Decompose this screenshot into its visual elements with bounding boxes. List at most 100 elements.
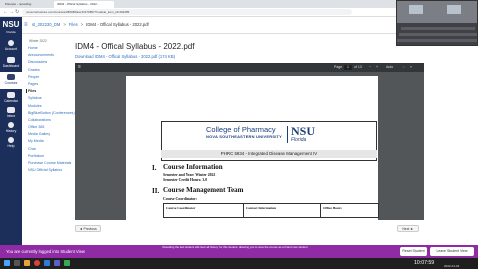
history-icon — [8, 122, 14, 128]
next-button[interactable]: Next ► — [397, 225, 419, 232]
webcam-overlay — [396, 0, 478, 46]
account-icon — [8, 40, 14, 46]
table-header: Office Hours — [323, 206, 342, 210]
table-divider — [243, 203, 244, 218]
course-nav-grades[interactable]: Grades — [28, 68, 76, 72]
breadcrumb-files[interactable]: Files — [69, 22, 78, 27]
course-nav-files[interactable]: Files — [26, 89, 76, 94]
help-icon — [8, 137, 14, 143]
courses-icon — [7, 74, 15, 80]
course-code-bar: PHRC 5934 - Integrated Disease Managemen… — [161, 150, 377, 158]
course-nav-chat[interactable]: Chat — [28, 147, 76, 151]
page-title: IDM4 - Offical Syllabus - 2022.pdf — [75, 42, 195, 51]
course-menu-toggle-icon[interactable]: ≡ — [24, 22, 28, 28]
global-nav-calendar[interactable]: Calendar — [0, 92, 22, 103]
global-nav-courses[interactable]: Courses — [0, 72, 22, 89]
download-link[interactable]: Download IDM4 - Offical Syllabus - 2022.… — [75, 54, 175, 59]
pdf-page-label: Page — [334, 65, 343, 69]
course-nav-media-gallery[interactable]: Media Gallery — [28, 132, 76, 136]
zoom-in-icon[interactable]: + — [376, 65, 378, 70]
pdf-page-of: of 13 — [354, 65, 362, 69]
course-nav-syllabus[interactable]: Syllabus — [28, 96, 76, 100]
course-nav-purchase-materials[interactable]: Purchase Course Materials — [28, 161, 76, 165]
reload-icon[interactable]: ↻ — [15, 9, 19, 15]
section-heading: Course Information — [163, 163, 223, 171]
pdf-more-icon[interactable]: » — [410, 65, 412, 70]
start-icon[interactable] — [4, 260, 10, 266]
course-nav: Home Announcements Discussions Grades Pe… — [26, 46, 76, 254]
nsu-logo-text: NSU — [291, 124, 316, 138]
search-icon[interactable] — [14, 260, 20, 266]
university-name: NOVA SOUTHEASTERN UNIVERSITY — [206, 134, 283, 139]
global-nav-label: History — [5, 129, 17, 133]
reset-student-button[interactable]: Reset Student — [400, 247, 427, 256]
teams-icon[interactable] — [54, 260, 60, 266]
inbox-icon — [7, 107, 15, 113]
previous-button[interactable]: ◄ Previous — [75, 225, 101, 232]
coordinator-label: Course Coordinator: — [163, 197, 198, 201]
file-explorer-icon[interactable] — [24, 260, 30, 266]
forward-icon[interactable]: → — [9, 9, 14, 15]
global-nav-help[interactable]: Help — [0, 137, 22, 148]
global-nav-label: Inbox — [6, 114, 16, 118]
course-nav-announcements[interactable]: Announcements — [28, 53, 76, 57]
app-icon[interactable] — [64, 260, 70, 266]
fit-page-icon[interactable]: ⇔ — [402, 65, 406, 70]
global-nav-label: Dashboard — [2, 64, 20, 68]
course-nav-portfolium[interactable]: Portfolium — [28, 154, 76, 158]
course-nav-people[interactable]: People — [28, 75, 76, 79]
section-heading: Course Management Team — [163, 186, 244, 194]
browser-tab-panopto[interactable]: Panopto - recording — [2, 1, 52, 8]
college-name: College of Pharmacy — [206, 125, 276, 134]
global-nav-label: Courses — [4, 81, 18, 85]
global-nav-label: Help — [7, 144, 15, 148]
pdf-page-input[interactable]: 1 — [344, 65, 352, 70]
taskbar — [0, 258, 478, 269]
table-header: Contact Information — [246, 206, 277, 210]
course-term: Winter 2022 — [29, 39, 47, 43]
global-nav-label: Account — [4, 47, 18, 51]
logo-sub: Florida — [6, 30, 16, 34]
semester-text: Semester and Year: Winter 2022 — [163, 173, 216, 177]
student-view-message: Resetting the test student will clear al… — [162, 245, 308, 249]
breadcrumb-current: IDM4 - Offical Syllabus - 2022.pdf — [86, 22, 149, 27]
global-nav-label: Calendar — [4, 99, 18, 103]
nsu-logo[interactable]: NSU Florida — [2, 20, 20, 34]
classroom-image — [397, 1, 477, 45]
global-nav-inbox[interactable]: Inbox — [0, 107, 22, 118]
credits-text: Semester Credit Hours: 3.0 — [163, 178, 208, 182]
course-nav-office365[interactable]: Office 365 — [28, 125, 76, 129]
course-nav-discussions[interactable]: Discussions — [28, 60, 76, 64]
course-nav-bigbluebutton[interactable]: BigBlueButton (Conferences) — [28, 111, 76, 115]
table-divider — [320, 203, 321, 218]
breadcrumb-course[interactable]: st_202230_DM — [32, 22, 60, 27]
pdf-toolbar — [75, 63, 424, 72]
breadcrumb: st_202230_DM > Files > IDM4 - Offical Syllab… — [32, 22, 149, 27]
url-field[interactable]: nova.instructure.com/courses/28098/files… — [22, 9, 352, 15]
clock-date: 2022-01-04 — [444, 264, 460, 268]
nsu-logo-sub: Florida — [291, 137, 307, 143]
back-icon[interactable]: ← — [3, 9, 8, 15]
global-nav-account[interactable]: Account — [0, 40, 22, 51]
dashboard-icon — [7, 57, 15, 63]
global-nav-history[interactable]: History — [0, 122, 22, 133]
student-view-banner: You are currently logged into Student Vi… — [6, 249, 85, 254]
leave-student-view-button[interactable]: Leave Student View — [430, 247, 474, 256]
course-nav-pages[interactable]: Pages — [28, 82, 76, 86]
course-nav-collaborations[interactable]: Collaborations — [28, 118, 76, 122]
browser-tab-syllabus[interactable]: IDM4 - Offical Syllabus - 2022... — [54, 1, 114, 8]
course-nav-my-media[interactable]: My Media — [28, 139, 76, 143]
pdf-zoom-select[interactable]: Auto — [386, 65, 393, 70]
global-nav-dashboard[interactable]: Dashboard — [0, 57, 22, 68]
pdf-menu-icon[interactable]: ≡ — [78, 65, 81, 70]
calendar-icon — [7, 92, 15, 98]
logo-text: NSU — [2, 20, 20, 29]
course-nav-modules[interactable]: Modules — [28, 104, 76, 108]
section-number: I. — [152, 164, 157, 172]
table-header: Course Coordinator — [166, 206, 196, 210]
course-nav-home[interactable]: Home — [28, 46, 76, 50]
zoom-out-icon[interactable]: − — [369, 65, 371, 70]
course-nav-nsu-syllabus[interactable]: NSU Official Syllabus — [28, 168, 76, 172]
chrome-icon[interactable] — [34, 260, 40, 266]
outlook-icon[interactable] — [44, 260, 50, 266]
